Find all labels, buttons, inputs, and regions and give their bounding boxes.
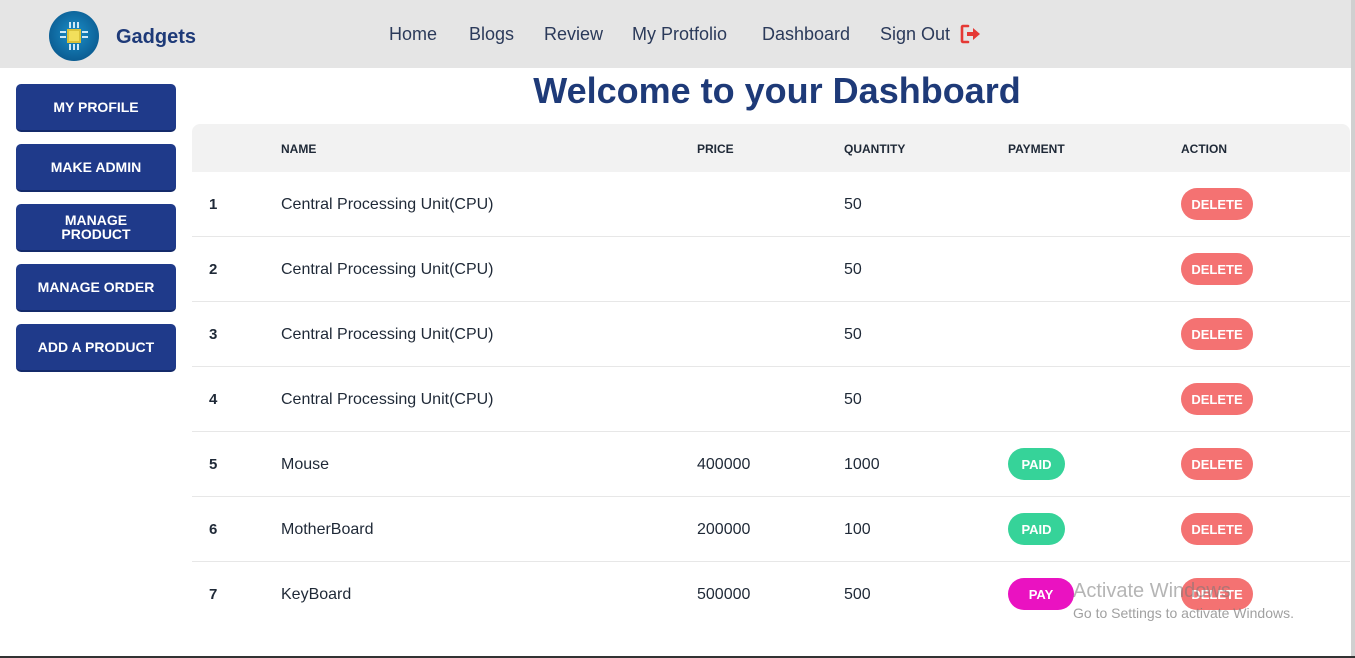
delete-button[interactable]: DELETE <box>1181 383 1253 415</box>
header-action: ACTION <box>1181 142 1227 156</box>
logo-icon[interactable] <box>49 11 99 61</box>
nav-portfolio[interactable]: My Protfolio <box>632 24 727 45</box>
table-row: 1 Central Processing Unit(CPU) 50 DELETE <box>192 172 1350 237</box>
header-payment: PAYMENT <box>1008 142 1065 156</box>
nav-review[interactable]: Review <box>544 24 603 45</box>
header-price: PRICE <box>697 142 734 156</box>
row-index: 1 <box>209 196 218 213</box>
row-price: 500000 <box>697 586 751 603</box>
delete-button[interactable]: DELETE <box>1181 513 1253 545</box>
add-product-button[interactable]: ADD A PRODUCT <box>16 324 176 372</box>
row-price: 200000 <box>697 521 751 538</box>
nav-blogs[interactable]: Blogs <box>469 24 514 45</box>
row-name: Central Processing Unit(CPU) <box>281 261 494 278</box>
row-name: Mouse <box>281 456 330 473</box>
nav-dashboard[interactable]: Dashboard <box>762 24 850 45</box>
row-price: 400000 <box>697 456 751 473</box>
orders-table: NAME PRICE QUANTITY PAYMENT ACTION 1 Cen… <box>192 124 1350 658</box>
row-name: Central Processing Unit(CPU) <box>281 326 494 343</box>
row-index: 5 <box>209 456 218 473</box>
table-row: 5 Mouse 400000 1000 PAID DELETE <box>192 432 1350 497</box>
table-row: 6 MotherBoard 200000 100 PAID DELETE <box>192 497 1350 562</box>
delete-button[interactable]: DELETE <box>1181 448 1253 480</box>
nav-home[interactable]: Home <box>389 24 437 45</box>
paid-badge: PAID <box>1008 513 1065 545</box>
row-name: KeyBoard <box>281 586 352 603</box>
row-index: 7 <box>209 586 218 603</box>
row-quantity: 50 <box>844 196 862 213</box>
pay-button[interactable]: PAY <box>1008 578 1074 610</box>
row-quantity: 500 <box>844 586 871 603</box>
header-name: NAME <box>281 142 317 156</box>
table-row: 2 Central Processing Unit(CPU) 50 DELETE <box>192 237 1350 302</box>
activate-windows-hint: Go to Settings to activate Windows. <box>1073 605 1294 621</box>
my-profile-button[interactable]: MY PROFILE <box>16 84 176 132</box>
row-quantity: 50 <box>844 326 862 343</box>
delete-button[interactable]: DELETE <box>1181 318 1253 350</box>
delete-button[interactable]: DELETE <box>1181 253 1253 285</box>
activate-windows-watermark: Activate Windows <box>1073 580 1231 602</box>
table-row: 3 Central Processing Unit(CPU) 50 DELETE <box>192 302 1350 367</box>
page-scrollbar[interactable] <box>1351 0 1355 658</box>
row-name: Central Processing Unit(CPU) <box>281 196 494 213</box>
manage-product-button[interactable]: MANAGE PRODUCT <box>16 204 176 252</box>
make-admin-button[interactable]: MAKE ADMIN <box>16 144 176 192</box>
table-row: 4 Central Processing Unit(CPU) 50 DELETE <box>192 367 1350 432</box>
top-navbar: Gadgets Home Blogs Review My Protfolio D… <box>0 0 1355 68</box>
header-quantity: QUANTITY <box>844 142 906 156</box>
page-title: Welcome to your Dashboard <box>533 70 1021 111</box>
nav-sign-out[interactable]: Sign Out <box>880 24 950 45</box>
paid-badge: PAID <box>1008 448 1065 480</box>
row-index: 4 <box>209 391 218 408</box>
row-index: 6 <box>209 521 218 538</box>
row-quantity: 50 <box>844 261 862 278</box>
manage-order-button[interactable]: MANAGE ORDER <box>16 264 176 312</box>
row-index: 2 <box>209 261 218 278</box>
delete-button[interactable]: DELETE <box>1181 188 1253 220</box>
row-quantity: 50 <box>844 391 862 408</box>
row-name: MotherBoard <box>281 521 374 538</box>
sign-out-icon[interactable] <box>960 24 982 44</box>
table-header: NAME PRICE QUANTITY PAYMENT ACTION <box>192 124 1350 172</box>
row-quantity: 100 <box>844 521 871 538</box>
row-quantity: 1000 <box>844 456 880 473</box>
row-name: Central Processing Unit(CPU) <box>281 391 494 408</box>
row-index: 3 <box>209 326 218 343</box>
brand-name[interactable]: Gadgets <box>116 26 196 49</box>
